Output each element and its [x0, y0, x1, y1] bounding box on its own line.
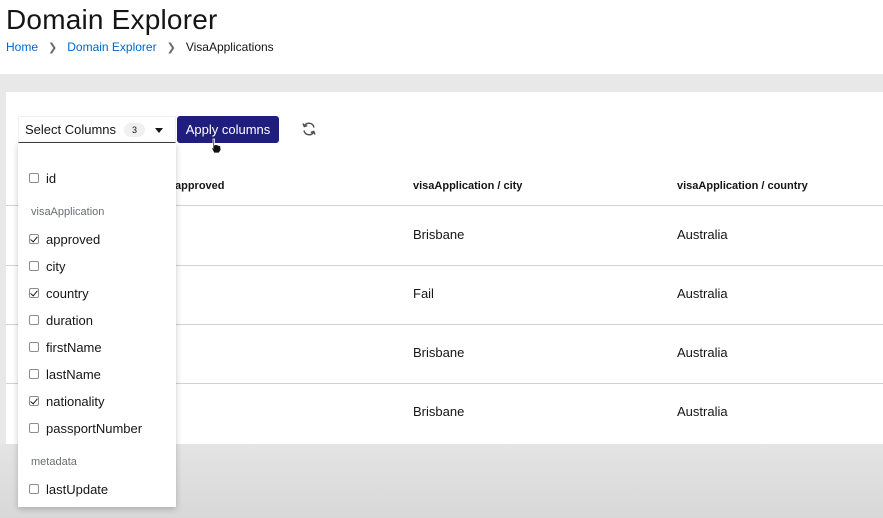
checkbox[interactable] — [29, 342, 39, 352]
hand-cursor-icon — [211, 138, 222, 154]
cell-city: Brisbane — [413, 404, 465, 419]
cell-city: Brisbane — [413, 345, 465, 360]
checkbox[interactable] — [29, 261, 39, 271]
checkbox[interactable] — [29, 173, 39, 183]
cell-country: Australia — [677, 404, 728, 419]
column-header-approved[interactable]: approved — [175, 180, 225, 192]
column-option-passportnumber[interactable]: passportNumber — [29, 419, 142, 437]
column-option-nationality[interactable]: nationality — [29, 392, 105, 410]
checkbox[interactable] — [29, 369, 39, 379]
cell-country: Australia — [677, 286, 728, 301]
column-option-firstname[interactable]: firstName — [29, 338, 102, 356]
apply-columns-button[interactable]: Apply columns — [177, 116, 279, 143]
checkbox[interactable] — [29, 423, 39, 433]
column-option-approved[interactable]: approved — [29, 230, 100, 248]
checkbox[interactable] — [29, 234, 39, 244]
column-header-city[interactable]: visaApplication / city — [413, 180, 522, 192]
breadcrumb-current: VisaApplications — [185, 40, 274, 54]
checkbox[interactable] — [29, 484, 39, 494]
breadcrumb: Home ❯ Domain Explorer ❯ VisaApplication… — [6, 40, 274, 54]
select-columns-label: Select Columns — [25, 122, 117, 137]
checkbox[interactable] — [29, 315, 39, 325]
cell-city: Brisbane — [413, 227, 465, 242]
checkbox[interactable] — [29, 396, 39, 406]
checkbox[interactable] — [29, 288, 39, 298]
chevron-right-icon: ❯ — [166, 41, 176, 54]
page-title: Domain Explorer — [6, 4, 218, 35]
column-option-id[interactable]: id — [29, 169, 56, 187]
column-option-country[interactable]: country — [29, 284, 89, 302]
cell-country: Australia — [677, 345, 728, 360]
columns-dropdown-menu: id visaApplication approved city country… — [18, 143, 176, 507]
column-option-duration[interactable]: duration — [29, 311, 93, 329]
chevron-right-icon: ❯ — [48, 41, 58, 54]
column-header-country[interactable]: visaApplication / country — [677, 180, 808, 192]
select-columns-dropdown[interactable]: Select Columns 3 — [18, 116, 176, 143]
column-option-lastname[interactable]: lastName — [29, 365, 101, 383]
column-option-lastupdate[interactable]: lastUpdate — [29, 480, 108, 498]
column-option-city[interactable]: city — [29, 257, 66, 275]
group-label-metadata: metadata — [31, 456, 77, 468]
page-header: Domain Explorer Home ❯ Domain Explorer ❯… — [0, 0, 883, 74]
cell-city: Fail — [413, 286, 434, 301]
caret-down-icon — [155, 128, 163, 133]
refresh-icon[interactable] — [301, 121, 317, 137]
selected-count-badge: 3 — [124, 122, 146, 137]
cell-country: Australia — [677, 227, 728, 242]
breadcrumb-home[interactable]: Home — [6, 40, 38, 54]
group-label-visaapplication: visaApplication — [31, 206, 105, 218]
breadcrumb-domain-explorer[interactable]: Domain Explorer — [67, 40, 156, 54]
